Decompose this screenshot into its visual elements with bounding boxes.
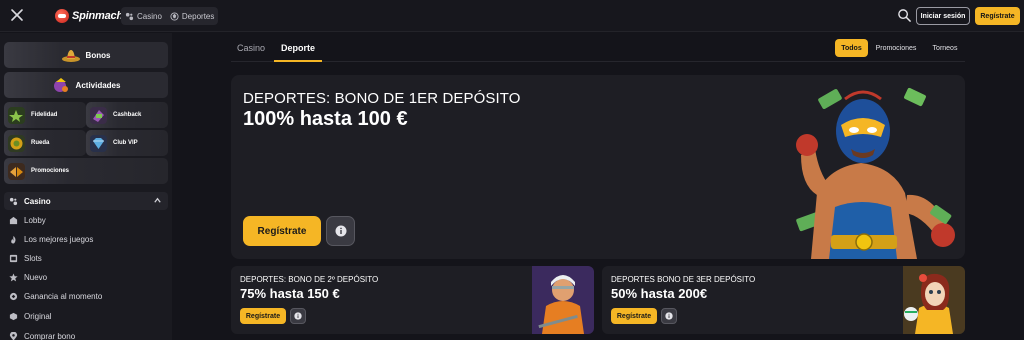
- sidebar-item-cashback[interactable]: Cashback: [86, 102, 168, 128]
- wheel-icon: [8, 134, 25, 152]
- card-title: DEPORTES BONO DE 3ER DEPÓSITO: [611, 275, 756, 284]
- tab-deporte[interactable]: Deporte: [281, 43, 315, 53]
- chevron-up-icon: [154, 197, 161, 203]
- active-tab-indicator: [274, 60, 322, 62]
- sidebar-bonos-label: Bonos: [85, 50, 111, 60]
- info-icon: [335, 225, 346, 237]
- lobby-icon: [9, 216, 18, 224]
- sidebar-item-original[interactable]: Original: [9, 309, 52, 323]
- sidebar-item-promociones[interactable]: Promociones: [4, 158, 168, 184]
- nav-label: Original: [24, 311, 52, 321]
- hero-info-button[interactable]: [326, 216, 355, 246]
- info-icon: [665, 312, 673, 320]
- sidebar-item-club-vip[interactable]: Club VIP: [86, 130, 168, 156]
- nav-label: Nuevo: [24, 272, 48, 282]
- sidebar-actividades[interactable]: Actividades: [4, 72, 168, 98]
- hero-banner[interactable]: DEPORTES: BONO DE 1ER DEPÓSITO 100% hast…: [231, 75, 965, 259]
- close-icon[interactable]: [9, 7, 25, 23]
- promo-card[interactable]: DEPORTES: BONO DE 2º DEPÓSITO 75% hasta …: [231, 266, 594, 334]
- catrina-illustration: [903, 266, 965, 334]
- mode-deportes-label: Deportes: [181, 11, 215, 21]
- filter-todos[interactable]: Todos: [835, 39, 868, 57]
- slots-icon: [9, 254, 18, 262]
- instant-win-icon: [9, 292, 18, 300]
- sidebar-casino-section[interactable]: Casino: [4, 192, 168, 210]
- sombrero-icon: [61, 50, 80, 62]
- tabs-divider: [231, 61, 965, 62]
- sports-ball-icon: [170, 11, 179, 21]
- fire-icon: [11, 235, 16, 244]
- sidebar-item-ganancia[interactable]: Ganancia al momento: [9, 289, 102, 303]
- card-register-button[interactable]: Regístrate: [611, 308, 657, 324]
- activities-icon: [53, 78, 68, 92]
- logo[interactable]: Spinmacho: [55, 7, 130, 25]
- top-bar: Spinmacho Casino Deportes Iniciar sesión…: [0, 0, 1024, 32]
- hero-subtitle: 100% hasta 100 €: [243, 108, 408, 130]
- original-icon: [9, 312, 18, 320]
- sidebar-item-comprar-bono[interactable]: Comprar bono: [9, 329, 75, 340]
- sidebar-item-nuevo[interactable]: Nuevo: [9, 270, 47, 284]
- card-register-button[interactable]: Regístrate: [240, 308, 286, 324]
- mode-casino[interactable]: Casino: [125, 12, 162, 21]
- card-info-button[interactable]: [661, 308, 677, 324]
- tab-casino[interactable]: Casino: [237, 43, 265, 53]
- login-button[interactable]: Iniciar sesión: [916, 7, 970, 25]
- buy-bonus-icon: [9, 331, 18, 340]
- sidebar-item-label: Promociones: [31, 168, 70, 174]
- sidebar-item-fidelidad[interactable]: Fidelidad: [4, 102, 86, 128]
- nav-label: Ganancia al momento: [24, 291, 103, 301]
- sidebar-item-slots[interactable]: Slots: [9, 251, 42, 265]
- info-icon: [294, 312, 302, 320]
- casino-icon: [9, 197, 18, 205]
- hero-register-button[interactable]: Regístrate: [243, 216, 321, 246]
- mode-switch: Casino Deportes: [121, 7, 219, 25]
- cashback-icon: [90, 106, 107, 124]
- nav-label: Slots: [24, 253, 42, 263]
- card-title: DEPORTES: BONO DE 2º DEPÓSITO: [240, 275, 379, 284]
- vip-diamond-icon: [90, 134, 107, 152]
- loyalty-icon: [8, 106, 25, 124]
- sidebar-item-label: Fidelidad: [31, 112, 58, 118]
- casino-section-label: Casino: [24, 196, 51, 206]
- sidebar-item-lobby[interactable]: Lobby: [9, 213, 46, 227]
- sidebar-item-mejores-juegos[interactable]: Los mejores juegos: [9, 232, 93, 246]
- sidebar-actividades-label: Actividades: [75, 80, 121, 90]
- hockey-player-illustration: [532, 266, 594, 334]
- mode-deportes[interactable]: Deportes: [170, 12, 214, 21]
- hero-title: DEPORTES: BONO DE 1ER DEPÓSITO: [243, 90, 521, 107]
- nav-label: Comprar bono: [24, 331, 76, 340]
- card-subtitle: 50% hasta 200€: [611, 286, 708, 301]
- luchador-illustration: [796, 87, 955, 259]
- search-icon[interactable]: [897, 8, 912, 23]
- sidebar-bonos[interactable]: Bonos: [4, 42, 168, 68]
- star-icon: [9, 272, 18, 281]
- sidebar-item-label: Cashback: [113, 112, 142, 118]
- promo-card[interactable]: DEPORTES BONO DE 3ER DEPÓSITO 50% hasta …: [602, 266, 965, 334]
- mode-casino-label: Casino: [137, 11, 162, 21]
- logo-icon: [55, 9, 69, 23]
- sidebar-item-rueda[interactable]: Rueda: [4, 130, 86, 156]
- sidebar-item-label: Rueda: [31, 140, 50, 146]
- filter-torneos[interactable]: Torneos: [926, 39, 964, 57]
- card-info-button[interactable]: [290, 308, 306, 324]
- filter-promociones[interactable]: Promociones: [872, 39, 920, 57]
- casino-icon: [125, 12, 134, 20]
- nav-label: Lobby: [24, 215, 46, 225]
- register-button[interactable]: Regístrate: [975, 7, 1020, 25]
- sidebar-item-label: Club VIP: [113, 140, 138, 146]
- sidebar: Bonos Actividades Fidelidad Cashback Rue…: [0, 33, 172, 340]
- card-subtitle: 75% hasta 150 €: [240, 286, 340, 301]
- promo-icon: [8, 162, 25, 180]
- nav-label: Los mejores juegos: [24, 234, 94, 244]
